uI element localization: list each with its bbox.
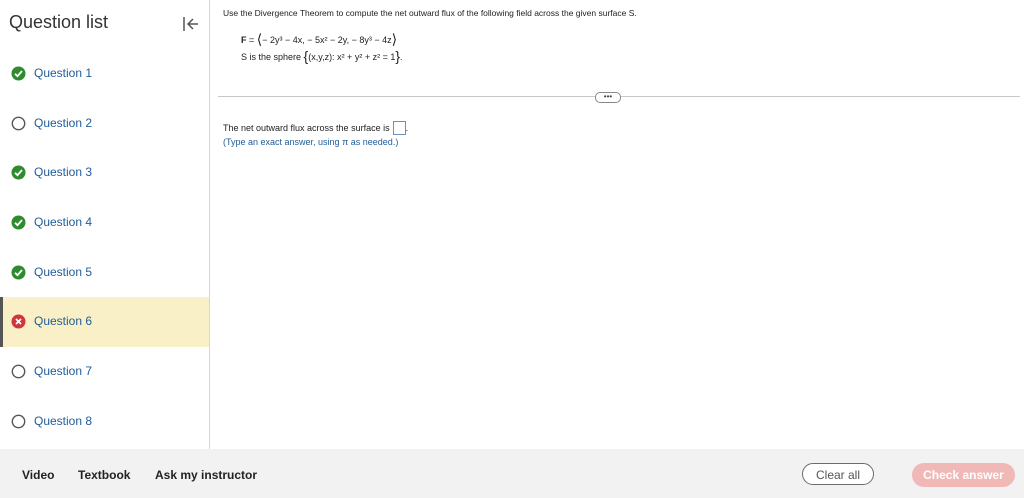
question-item-label: Question 4 xyxy=(34,215,93,229)
surface-set: (x,y,z): x² + y² + z² = 1 xyxy=(308,52,396,62)
answer-line: The net outward flux across the surface … xyxy=(223,121,408,135)
sidebar-title: Question list xyxy=(9,12,109,32)
textbook-link[interactable]: Textbook xyxy=(78,468,130,482)
empty-circle-icon xyxy=(11,116,26,131)
question-item-label: Question 1 xyxy=(34,66,93,80)
question-item[interactable]: Question 3 xyxy=(0,148,209,198)
check-circle-icon xyxy=(11,165,26,180)
check-circle-icon xyxy=(11,215,26,230)
collapse-sidebar-icon[interactable] xyxy=(180,14,200,34)
right-angle-bracket-icon: ⟩ xyxy=(391,31,398,47)
question-item-label: Question 6 xyxy=(34,314,93,328)
x-circle-icon xyxy=(11,314,26,329)
check-answer-button[interactable]: Check answer xyxy=(912,463,1015,487)
surface-suffix: . xyxy=(400,52,403,62)
question-item[interactable]: Question 5 xyxy=(0,248,209,298)
question-panel: Use the Divergence Theorem to compute th… xyxy=(210,0,1024,449)
check-circle-icon xyxy=(11,66,26,81)
vector-field-formula: F = ⟨− 2y³ − 4x, − 5x² − 2y, − 8y³ − 4z⟩ xyxy=(241,31,397,48)
empty-circle-icon xyxy=(11,414,26,429)
question-item-label: Question 7 xyxy=(34,364,93,378)
question-item[interactable]: Question 7 xyxy=(0,347,209,397)
field-components: − 2y³ − 4x, − 5x² − 2y, − 8y³ − 4z xyxy=(262,35,392,45)
surface-formula: S is the sphere {(x,y,z): x² + y² + z² =… xyxy=(241,48,403,64)
question-item[interactable]: Question 4 xyxy=(0,198,209,248)
question-item[interactable]: Question 1 xyxy=(0,49,209,99)
question-list-sidebar: Question list Question 1 Question 2 Questi… xyxy=(0,0,210,449)
answer-prompt: The net outward flux across the surface … xyxy=(223,123,390,133)
clear-all-button[interactable]: Clear all xyxy=(802,463,874,485)
answer-period: . xyxy=(405,123,409,133)
field-equals: = xyxy=(246,35,257,45)
question-item-label: Question 3 xyxy=(34,165,93,179)
question-item[interactable]: Question 2 xyxy=(0,99,209,149)
answer-hint: (Type an exact answer, using π as needed… xyxy=(223,137,399,147)
footer-bar: Video Textbook Ask my instructor Clear a… xyxy=(0,449,1024,498)
surface-prefix: S is the sphere xyxy=(241,52,304,62)
question-item-label: Question 2 xyxy=(34,116,93,130)
question-item[interactable]: Question 8 xyxy=(0,397,209,447)
question-item-label: Question 8 xyxy=(34,414,93,428)
question-item-label: Question 5 xyxy=(34,265,93,279)
video-link[interactable]: Video xyxy=(22,468,54,482)
answer-input[interactable] xyxy=(392,121,406,135)
question-instruction: Use the Divergence Theorem to compute th… xyxy=(223,8,637,18)
ask-instructor-link[interactable]: Ask my instructor xyxy=(155,468,257,482)
check-circle-icon xyxy=(11,265,26,280)
question-item[interactable]: Question 6 xyxy=(0,297,209,347)
empty-circle-icon xyxy=(11,364,26,379)
expand-more-button[interactable]: ••• xyxy=(595,92,621,103)
